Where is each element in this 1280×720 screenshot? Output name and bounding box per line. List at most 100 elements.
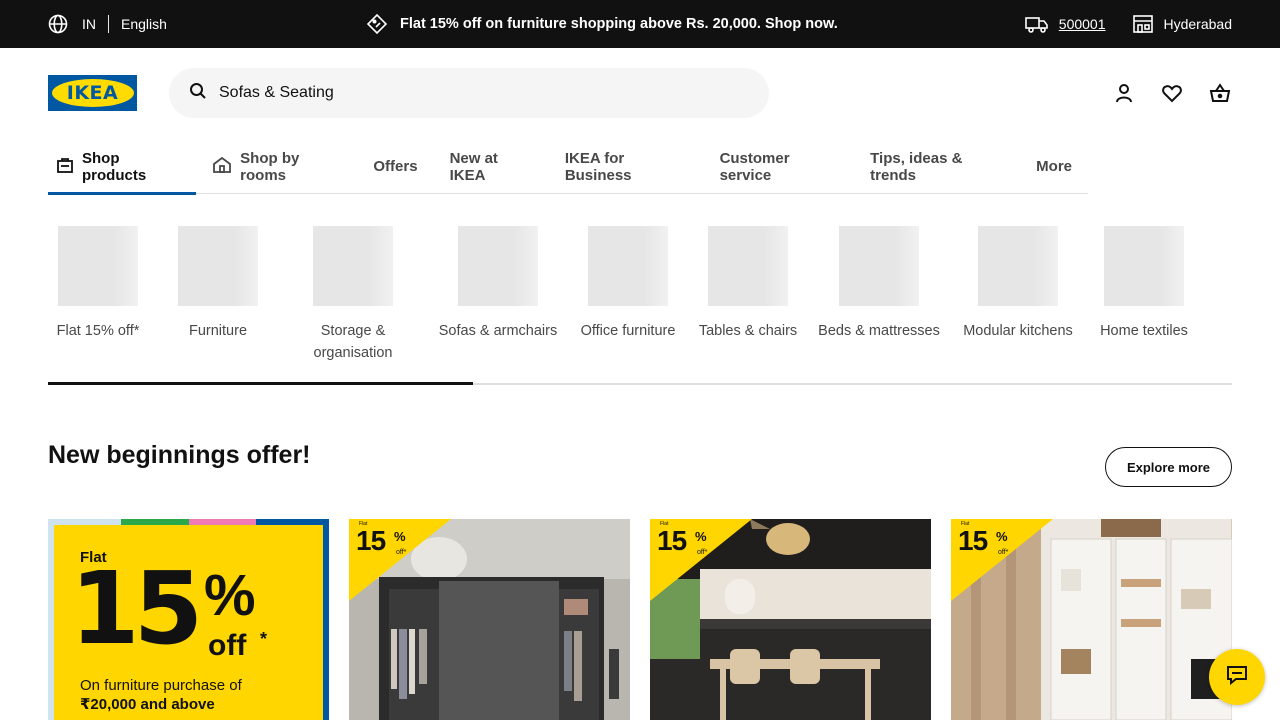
search-input[interactable] <box>219 84 739 102</box>
category-label: Storage & organisation <box>313 323 393 361</box>
offer-percentage: 15 <box>70 550 203 667</box>
badge-percent: % <box>695 529 707 544</box>
category-item[interactable]: Tables & chairs <box>698 226 798 342</box>
offer-off-label: off <box>208 629 247 662</box>
category-thumbnail <box>1104 226 1184 306</box>
category-item[interactable]: Office furniture <box>573 226 683 342</box>
category-item[interactable]: Flat 15% off* <box>48 226 148 342</box>
store-icon <box>1132 14 1154 34</box>
search-icon[interactable] <box>189 82 207 105</box>
scrollbar-thumb[interactable] <box>48 382 473 385</box>
category-thumbnail <box>588 226 668 306</box>
badge-off: off* <box>396 549 407 556</box>
globe-icon <box>48 14 68 34</box>
search-bar[interactable] <box>169 68 769 118</box>
offer-percent-sign: % <box>204 563 256 628</box>
living-room-photo-card[interactable]: Flat 15 % off* <box>951 519 1232 720</box>
category-label: Tables & chairs <box>698 323 798 339</box>
badge-off: off* <box>998 549 1009 556</box>
tab-ikea-for-business[interactable]: IKEA for Business <box>549 140 704 194</box>
category-thumbnail <box>839 226 919 306</box>
category-thumbnail <box>313 226 393 306</box>
tab-more[interactable]: More <box>1020 140 1088 194</box>
category-label: Flat 15% off* <box>56 323 140 339</box>
category-thumbnail <box>458 226 538 306</box>
section-title: New beginnings offer! <box>48 441 311 469</box>
offer-cards: Flat 15 % off * On furniture purchase of… <box>48 519 1232 720</box>
category-item[interactable]: Furniture <box>178 226 258 342</box>
badge-number: 15 <box>356 525 386 556</box>
carousel-scrollbar[interactable] <box>48 382 1232 385</box>
category-label: Office furniture <box>580 323 676 339</box>
category-item[interactable]: Modular kitchens <box>958 226 1078 342</box>
tab-label: Offers <box>373 158 418 175</box>
badge-flat: Flat <box>660 521 669 527</box>
badge-percent: % <box>394 529 406 544</box>
tag-icon <box>366 13 388 35</box>
category-item[interactable]: Sofas & armchairs <box>433 226 563 342</box>
category-item[interactable]: Home textiles <box>1094 226 1194 342</box>
store-link[interactable]: Hyderabad <box>1164 16 1233 32</box>
ikea-logo[interactable]: IKEA <box>48 75 137 111</box>
main-nav: Shop products Shop by rooms Offers New a… <box>48 140 1088 195</box>
explore-more-button[interactable]: Explore more <box>1105 447 1232 487</box>
category-thumbnail <box>708 226 788 306</box>
category-thumbnail <box>978 226 1058 306</box>
category-label: Home textiles <box>1100 323 1188 339</box>
tab-new-at-ikea[interactable]: New at IKEA <box>434 140 549 194</box>
category-item[interactable]: Beds & mattresses <box>814 226 944 342</box>
badge-off: off* <box>697 549 708 556</box>
category-label: Furniture <box>188 323 248 339</box>
badge-number: 15 <box>958 525 988 556</box>
offer-threshold: ₹20,000 and above <box>80 696 215 713</box>
tab-label: More <box>1036 158 1072 175</box>
chat-bubble-icon <box>1226 664 1248 691</box>
category-carousel: Flat 15% off* Furniture Storage & organi… <box>48 226 1232 376</box>
top-bar: IN English Flat 15% off on furniture sho… <box>0 0 1280 48</box>
divider <box>108 15 109 33</box>
tab-label: Tips, ideas & trends <box>870 149 963 184</box>
category-item[interactable]: Storage & organisation <box>303 226 403 364</box>
house-icon <box>212 156 232 178</box>
language-label: English <box>121 16 167 32</box>
tab-tips-ideas-trends[interactable]: Tips, ideas & trends <box>854 140 1020 194</box>
category-thumbnail <box>178 226 258 306</box>
offer-card[interactable]: Flat 15 % off * On furniture purchase of… <box>48 519 329 720</box>
tab-label: Customer service <box>719 149 790 184</box>
tab-shop-products[interactable]: Shop products <box>48 140 197 195</box>
tab-label: Shop by rooms <box>240 149 300 184</box>
tab-offers[interactable]: Offers <box>357 140 433 194</box>
kitchen-photo-card[interactable]: Flat 15 % off* <box>650 519 931 720</box>
pincode-link[interactable]: 500001 <box>1059 16 1106 32</box>
offer-condition: On furniture purchase of <box>80 677 242 694</box>
badge-flat: Flat <box>359 521 368 527</box>
offer-asterisk: * <box>260 629 268 649</box>
country-code: IN <box>82 16 96 32</box>
chat-button[interactable] <box>1209 649 1265 705</box>
category-label: Beds & mattresses <box>818 323 940 339</box>
wardrobe-photo-card[interactable]: Flat 15 % off* <box>349 519 630 720</box>
promo-text: Flat 15% off on furniture shopping above… <box>400 16 838 32</box>
wishlist-heart-icon[interactable] <box>1160 81 1184 105</box>
promo-banner[interactable]: Flat 15% off on furniture shopping above… <box>366 0 838 48</box>
shopping-bag-icon[interactable] <box>1208 81 1232 105</box>
logo-oval: IKEA <box>51 79 134 107</box>
category-thumbnail <box>58 226 138 306</box>
tab-shop-by-rooms[interactable]: Shop by rooms <box>196 140 357 194</box>
category-label: Sofas & armchairs <box>438 323 558 339</box>
locale-selector[interactable]: IN English <box>48 0 167 48</box>
tab-label: New at IKEA <box>449 149 498 184</box>
delivery-truck-icon <box>1024 14 1049 34</box>
account-icon[interactable] <box>1112 81 1136 105</box>
shop-bag-icon <box>56 156 74 178</box>
tab-label: Shop products <box>82 149 147 184</box>
tab-label: IKEA for Business <box>564 149 632 184</box>
category-label: Modular kitchens <box>963 323 1073 339</box>
tab-customer-service[interactable]: Customer service <box>704 140 855 194</box>
logo-text: IKEA <box>66 82 119 104</box>
badge-flat: Flat <box>961 521 970 527</box>
badge-text: Flat 15 % off* <box>356 521 406 556</box>
badge-number: 15 <box>657 525 687 556</box>
badge-percent: % <box>996 529 1008 544</box>
badge-text: Flat 15 % off* <box>657 521 707 556</box>
